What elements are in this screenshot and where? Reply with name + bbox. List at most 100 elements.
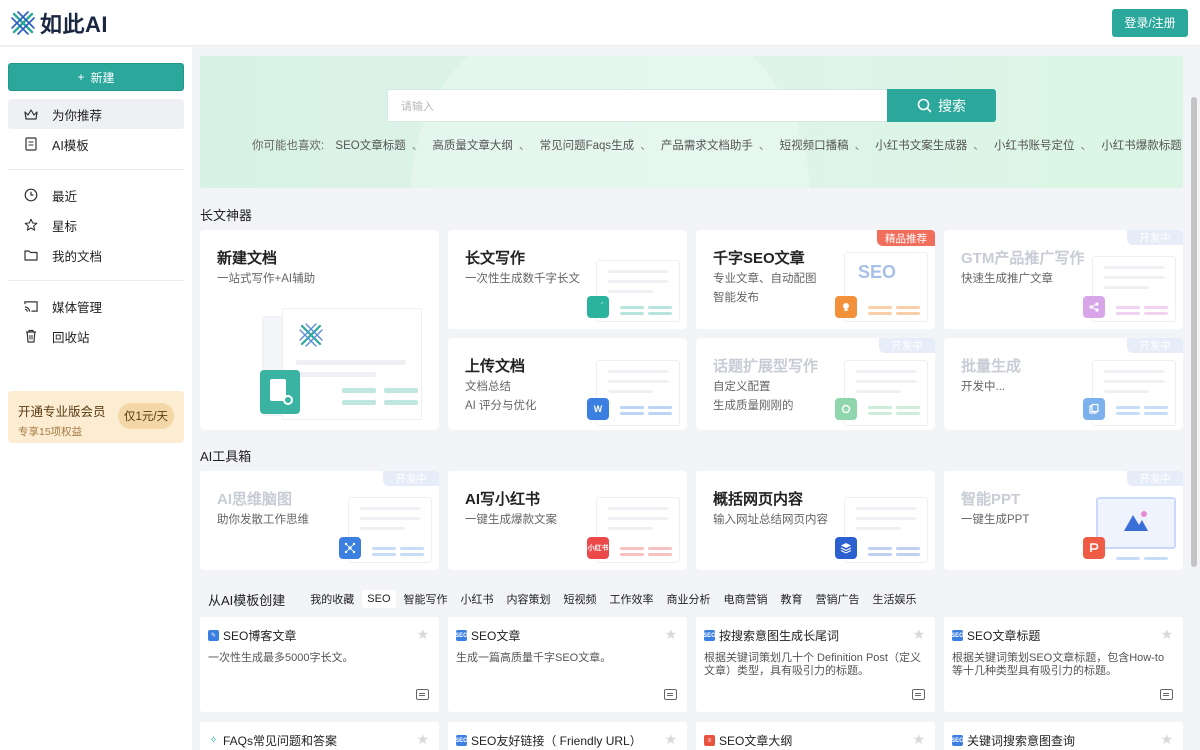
card-desc-line: 智能发布: [713, 292, 759, 304]
nav-group-bottom: 媒体管理 回收站: [8, 291, 184, 351]
tab-ecommerce[interactable]: 电商营销: [719, 588, 773, 610]
suggestion-link[interactable]: 短视频口播稿: [780, 140, 849, 152]
tab-seo[interactable]: SEO: [362, 590, 396, 608]
template-desc: 一次性生成最多5000字长文。: [208, 652, 354, 664]
card-smart-ppt[interactable]: 开发中 智能PPT 一键生成PPT: [944, 471, 1183, 570]
template-name-text: FAQs常见问题和答案: [223, 734, 338, 748]
tab-xiaohongshu[interactable]: 小红书: [456, 588, 499, 610]
star-icon[interactable]: ★: [1160, 626, 1173, 643]
template-name-text: 关键词搜索意图查询: [967, 734, 1076, 748]
card-title: AI思维脑图: [217, 491, 293, 508]
suggestion-prefix: 你可能也喜欢:: [252, 140, 325, 152]
folder-icon: [24, 248, 38, 262]
vertical-scrollbar[interactable]: [1188, 47, 1200, 750]
template-card-search-intent[interactable]: SEO 关键词搜索意图查询 ★: [944, 722, 1183, 750]
search-button-label: 搜索: [938, 97, 966, 114]
chat-icon[interactable]: [416, 689, 429, 700]
star-icon[interactable]: ★: [664, 731, 677, 748]
template-card-friendly-url[interactable]: SEO SEO友好链接（ Friendly URL） ★: [448, 722, 687, 750]
card-title: 智能PPT: [961, 491, 1021, 508]
sidebar-item-label: 我的文档: [52, 249, 103, 264]
suggestion-link[interactable]: 常见问题Faqs生成: [540, 140, 635, 152]
card-batch-generate[interactable]: 开发中 批量生成 开发中...: [944, 338, 1183, 430]
template-card-faqs[interactable]: ✧ FAQs常见问题和答案 ★: [200, 722, 439, 750]
sidebar-item-recent[interactable]: 最近: [8, 180, 184, 210]
tab-education[interactable]: 教育: [776, 588, 808, 610]
seo-illustration-text: SEO: [858, 262, 897, 282]
card-mind-map[interactable]: 开发中 AI思维脑图 助你发散工作思维: [200, 471, 439, 570]
search-input[interactable]: 请输入: [387, 89, 887, 122]
template-card-seo-blog[interactable]: ✎ SEO博客文章 一次性生成最多5000字长文。 ★: [200, 617, 439, 712]
chat-icon[interactable]: [1160, 689, 1173, 700]
new-button[interactable]: + 新建: [8, 63, 184, 91]
sidebar-item-label: 星标: [52, 219, 78, 234]
tab-advertising[interactable]: 营销广告: [811, 588, 865, 610]
sidebar-item-ai-templates[interactable]: AI模板: [8, 129, 184, 159]
vip-price-badge[interactable]: 仅1元/天: [118, 403, 174, 429]
dev-badge: 开发中: [1127, 338, 1183, 353]
tab-content-planning[interactable]: 内容策划: [502, 588, 556, 610]
chat-icon[interactable]: [664, 689, 677, 700]
suggestion-link[interactable]: 小红书爆款标题: [1101, 140, 1182, 152]
star-icon[interactable]: ★: [664, 626, 677, 643]
card-xiaohongshu-writer[interactable]: AI写小红书 一键生成爆款文案 小红书: [448, 471, 687, 570]
template-name: SEO SEO文章: [455, 627, 520, 644]
template-desc: 根据关键词策划几十个 Definition Post（定义文章）类型，具有吸引力…: [704, 652, 921, 677]
card-new-document[interactable]: 新建文档 一站式写作+AI辅助: [200, 230, 439, 430]
card-upload-document[interactable]: 上传文档 文档总结 AI 评分与优化 W: [448, 338, 687, 430]
suggestion-link[interactable]: 小红书账号定位: [994, 140, 1075, 152]
star-icon[interactable]: ★: [416, 731, 429, 748]
cast-icon: [24, 299, 38, 313]
suggestion-link[interactable]: 产品需求文档助手: [661, 140, 753, 152]
template-card-seo-title[interactable]: SEO SEO文章标题 根据关键词策划SEO文章标题，包含How-to等十几种类型…: [944, 617, 1183, 712]
sidebar-item-recommend[interactable]: 为你推荐: [8, 99, 184, 129]
suggestion-link[interactable]: 小红书文案生成器: [875, 140, 967, 152]
login-register-button[interactable]: 登录/注册: [1112, 8, 1188, 37]
tab-lifestyle[interactable]: 生活娱乐: [868, 588, 922, 610]
sidebar-item-label: AI模板: [52, 138, 89, 153]
logo[interactable]: 如此AI: [10, 7, 108, 39]
scrollbar-thumb[interactable]: [1191, 97, 1197, 567]
card-desc-line: 文档总结: [465, 381, 511, 393]
tab-business-analysis[interactable]: 商业分析: [662, 588, 716, 610]
template-card-longtail-keywords[interactable]: SEO 按搜索意图生成长尾词 根据关键词策划几十个 Definition Post…: [696, 617, 935, 712]
card-desc: 专业文章、自动配图 智能发布: [713, 270, 817, 308]
card-title: GTM产品推广写作: [961, 250, 1085, 267]
suggestion-link[interactable]: SEO文章标题: [335, 140, 405, 152]
card-desc: 一次性生成数千字长文: [465, 273, 580, 285]
chat-icon[interactable]: [912, 689, 925, 700]
seo-icon: SEO: [455, 630, 468, 641]
card-desc: 一站式写作+AI辅助: [217, 273, 316, 285]
star-icon[interactable]: ★: [416, 626, 429, 643]
card-desc-line: 专业文章、自动配图: [713, 273, 817, 285]
tab-productivity[interactable]: 工作效率: [605, 588, 659, 610]
card-desc: 一键生成PPT: [961, 514, 1030, 526]
card-summarize-webpage[interactable]: 概括网页内容 输入网址总结网页内容: [696, 471, 935, 570]
template-card-seo-outline[interactable]: ≡ SEO文章大纲 ★: [696, 722, 935, 750]
main-content: 请输入 搜索 你可能也喜欢: SEO文章标题、 高质量文章大纲、 常见问题Faq…: [192, 47, 1188, 750]
template-card-seo-article[interactable]: SEO SEO文章 生成一篇高质量千字SEO文章。 ★: [448, 617, 687, 712]
dev-badge: 开发中: [1127, 471, 1183, 486]
search-button[interactable]: 搜索: [887, 89, 996, 122]
star-icon[interactable]: ★: [912, 731, 925, 748]
suggestion-link[interactable]: 高质量文章大纲: [432, 140, 513, 152]
template-name: SEO SEO友好链接（ Friendly URL）: [455, 732, 642, 749]
template-section-title: 从AI模板创建: [208, 592, 286, 608]
sidebar-item-trash[interactable]: 回收站: [8, 321, 184, 351]
premium-badge: 精品推荐: [877, 230, 935, 246]
card-longform-writing[interactable]: 长文写作 一次性生成数千字长文: [448, 230, 687, 329]
card-seo-article[interactable]: 精品推荐 千字SEO文章 专业文章、自动配图 智能发布 SEO: [696, 230, 935, 329]
sidebar-item-media[interactable]: 媒体管理: [8, 291, 184, 321]
template-name: SEO SEO文章标题: [951, 627, 1040, 644]
vip-upgrade-banner[interactable]: 开通专业版会员 专享15项权益 仅1元/天: [8, 391, 184, 443]
tab-short-video[interactable]: 短视频: [559, 588, 602, 610]
sidebar-item-my-docs[interactable]: 我的文档: [8, 240, 184, 270]
sidebar-item-starred[interactable]: 星标: [8, 210, 184, 240]
card-topic-expansion[interactable]: 开发中 话题扩展型写作 自定义配置 生成质量刚刚的: [696, 338, 935, 430]
tab-favorites[interactable]: 我的收藏: [305, 588, 359, 610]
card-gtm-promotion[interactable]: 开发中 GTM产品推广写作 快速生成推广文章: [944, 230, 1183, 329]
sidebar-item-label: 为你推荐: [52, 108, 103, 123]
tab-smart-writing[interactable]: 智能写作: [399, 588, 453, 610]
star-icon[interactable]: ★: [1160, 731, 1173, 748]
star-icon[interactable]: ★: [912, 626, 925, 643]
